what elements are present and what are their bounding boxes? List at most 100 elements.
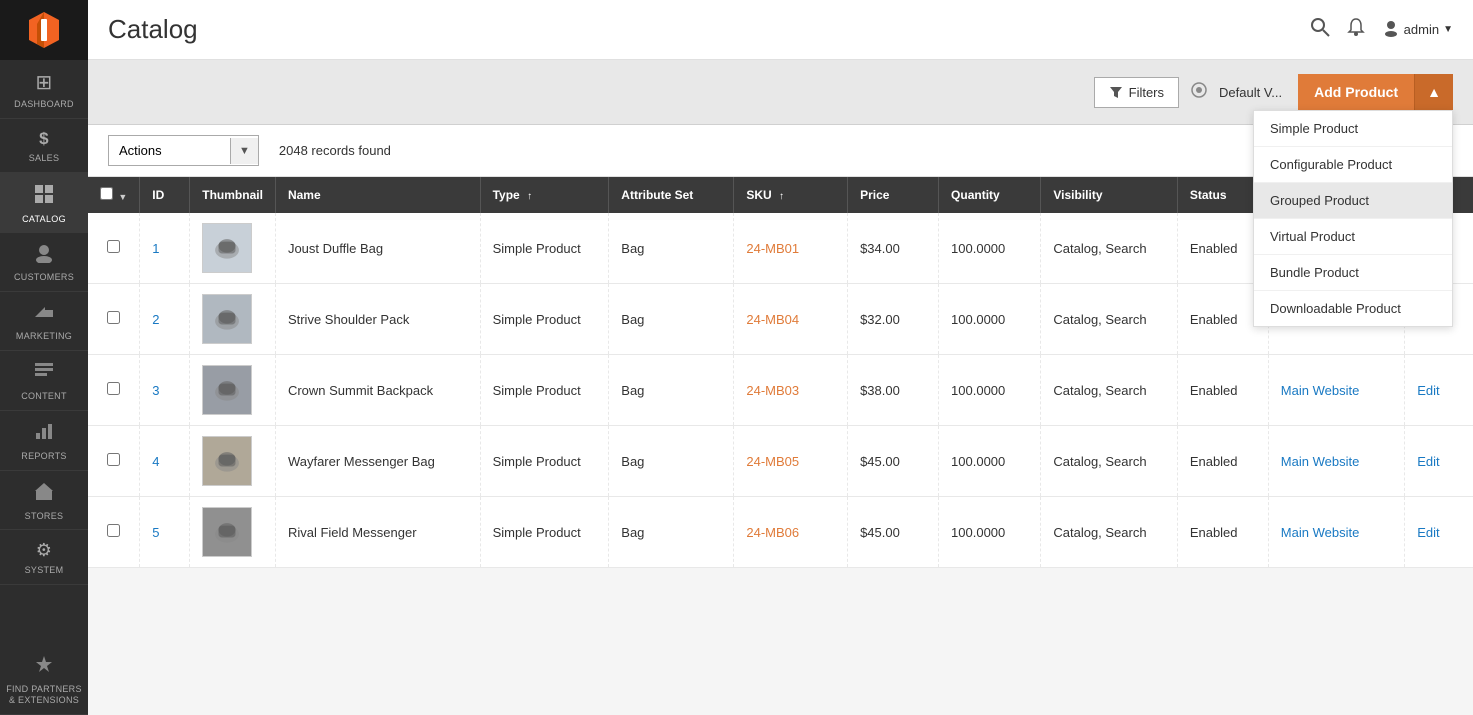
row-checkbox-4[interactable] [107, 453, 120, 466]
td-quantity-4: 100.0000 [939, 426, 1041, 497]
td-price-4: $45.00 [848, 426, 939, 497]
dropdown-item-simple[interactable]: Simple Product [1254, 111, 1452, 147]
td-sku-4: 24-MB05 [734, 426, 848, 497]
add-product-dropdown-toggle[interactable]: ▲ [1414, 74, 1453, 110]
td-visibility-4: Catalog, Search [1041, 426, 1177, 497]
td-price-2: $32.00 [848, 284, 939, 355]
td-action-3: Edit [1405, 355, 1473, 426]
td-sku-2: 24-MB04 [734, 284, 848, 355]
sidebar-item-dashboard[interactable]: ⊞ DASHBOARD [0, 60, 88, 119]
row-website-link-5[interactable]: Main Website [1281, 525, 1360, 540]
td-thumbnail-3 [190, 355, 276, 426]
dashboard-icon: ⊞ [35, 70, 52, 95]
th-visibility-label: Visibility [1053, 188, 1102, 202]
row-id-link-4[interactable]: 4 [152, 454, 159, 469]
td-price-1: $34.00 [848, 213, 939, 284]
th-quantity-label: Quantity [951, 188, 1000, 202]
sidebar-item-sales[interactable]: $ SALES [0, 119, 88, 173]
td-sku-5: 24-MB06 [734, 497, 848, 568]
td-attribute-set-1: Bag [609, 213, 734, 284]
td-visibility-5: Catalog, Search [1041, 497, 1177, 568]
td-action-4: Edit [1405, 426, 1473, 497]
th-id: ID [140, 177, 190, 213]
sidebar-item-reports[interactable]: REPORTS [0, 411, 88, 471]
add-product-button[interactable]: Add Product [1298, 74, 1414, 110]
dropdown-item-downloadable[interactable]: Downloadable Product [1254, 291, 1452, 326]
th-thumbnail: Thumbnail [190, 177, 276, 213]
filters-label: Filters [1129, 85, 1164, 100]
row-id-link-1[interactable]: 1 [152, 241, 159, 256]
sidebar-item-catalog[interactable]: CATALOG [0, 173, 88, 234]
sidebar-item-content[interactable]: CONTENT [0, 351, 88, 411]
type-sort-icon: ↑ [527, 191, 532, 202]
add-product-container: Add Product ▲ Simple Product Configurabl… [1298, 74, 1453, 110]
row-checkbox-3[interactable] [107, 382, 120, 395]
row-edit-link-3[interactable]: Edit [1417, 383, 1439, 398]
bell-icon[interactable] [1346, 17, 1366, 42]
th-attribute-set: Attribute Set [609, 177, 734, 213]
th-type[interactable]: Type ↑ [480, 177, 609, 213]
actions-select[interactable]: Actions Delete Change Status Update Attr… [109, 136, 230, 165]
columns-visibility-icon[interactable] [1189, 81, 1209, 104]
td-thumbnail-2 [190, 284, 276, 355]
td-checkbox-3 [88, 355, 140, 426]
admin-user[interactable]: admin ▼ [1382, 19, 1453, 40]
sidebar-item-label-find-partners: FIND PARTNERS & EXTENSIONS [4, 684, 84, 706]
td-type-1: Simple Product [480, 213, 609, 284]
sidebar-item-label-sales: SALES [29, 153, 60, 164]
system-icon: ⚙ [36, 540, 52, 561]
row-checkbox-5[interactable] [107, 524, 120, 537]
row-edit-link-4[interactable]: Edit [1417, 454, 1439, 469]
actions-dropdown-arrow[interactable]: ▼ [230, 138, 258, 164]
row-website-link-3[interactable]: Main Website [1281, 383, 1360, 398]
row-checkbox-1[interactable] [107, 240, 120, 253]
sidebar-item-customers[interactable]: CUSTOMERS [0, 233, 88, 292]
admin-label: admin [1404, 22, 1439, 37]
dropdown-item-virtual[interactable]: Virtual Product [1254, 219, 1452, 255]
td-price-3: $38.00 [848, 355, 939, 426]
row-edit-link-5[interactable]: Edit [1417, 525, 1439, 540]
row-id-link-3[interactable]: 3 [152, 383, 159, 398]
td-id-1: 1 [140, 213, 190, 284]
td-website-3: Main Website [1268, 355, 1404, 426]
product-thumbnail-2 [202, 294, 252, 344]
td-thumbnail-4 [190, 426, 276, 497]
td-type-3: Simple Product [480, 355, 609, 426]
sidebar-item-find-partners[interactable]: FIND PARTNERS & EXTENSIONS [0, 644, 88, 715]
add-product-split: Add Product ▲ [1298, 74, 1453, 110]
sidebar-item-label-catalog: CATALOG [22, 214, 66, 225]
sidebar-item-label-marketing: MARKETING [16, 331, 72, 342]
row-id-link-2[interactable]: 2 [152, 312, 159, 327]
actions-select-wrap[interactable]: Actions Delete Change Status Update Attr… [108, 135, 259, 166]
stores-icon [33, 481, 55, 507]
dropdown-item-configurable[interactable]: Configurable Product [1254, 147, 1452, 183]
th-sku[interactable]: SKU ↑ [734, 177, 848, 213]
dropdown-item-grouped[interactable]: Grouped Product [1254, 183, 1452, 219]
td-name-2: Strive Shoulder Pack [275, 284, 480, 355]
sku-sort-icon: ↑ [779, 191, 784, 202]
search-icon[interactable] [1310, 17, 1330, 42]
row-checkbox-2[interactable] [107, 311, 120, 324]
td-attribute-set-5: Bag [609, 497, 734, 568]
header-band-controls: Filters Default V... [1094, 77, 1283, 108]
sidebar-item-marketing[interactable]: MARKETING [0, 292, 88, 351]
sidebar: ⊞ DASHBOARD $ SALES CATALOG CUSTOMERS MA… [0, 0, 88, 715]
sidebar-item-stores[interactable]: STORES [0, 471, 88, 531]
sidebar-item-system[interactable]: ⚙ SYSTEM [0, 530, 88, 585]
row-id-link-5[interactable]: 5 [152, 525, 159, 540]
td-quantity-3: 100.0000 [939, 355, 1041, 426]
dropdown-item-bundle[interactable]: Bundle Product [1254, 255, 1452, 291]
td-type-5: Simple Product [480, 497, 609, 568]
filters-button[interactable]: Filters [1094, 77, 1179, 108]
magento-logo-icon [23, 9, 65, 51]
select-all-checkbox[interactable] [100, 187, 113, 200]
td-thumbnail-1 [190, 213, 276, 284]
td-status-3: Enabled [1177, 355, 1268, 426]
th-type-label: Type [493, 188, 520, 202]
add-product-dropdown: Simple Product Configurable Product Grou… [1253, 110, 1453, 327]
filter-icon [1109, 85, 1123, 99]
row-website-link-4[interactable]: Main Website [1281, 454, 1360, 469]
catalog-icon [33, 183, 55, 210]
td-id-3: 3 [140, 355, 190, 426]
td-visibility-1: Catalog, Search [1041, 213, 1177, 284]
